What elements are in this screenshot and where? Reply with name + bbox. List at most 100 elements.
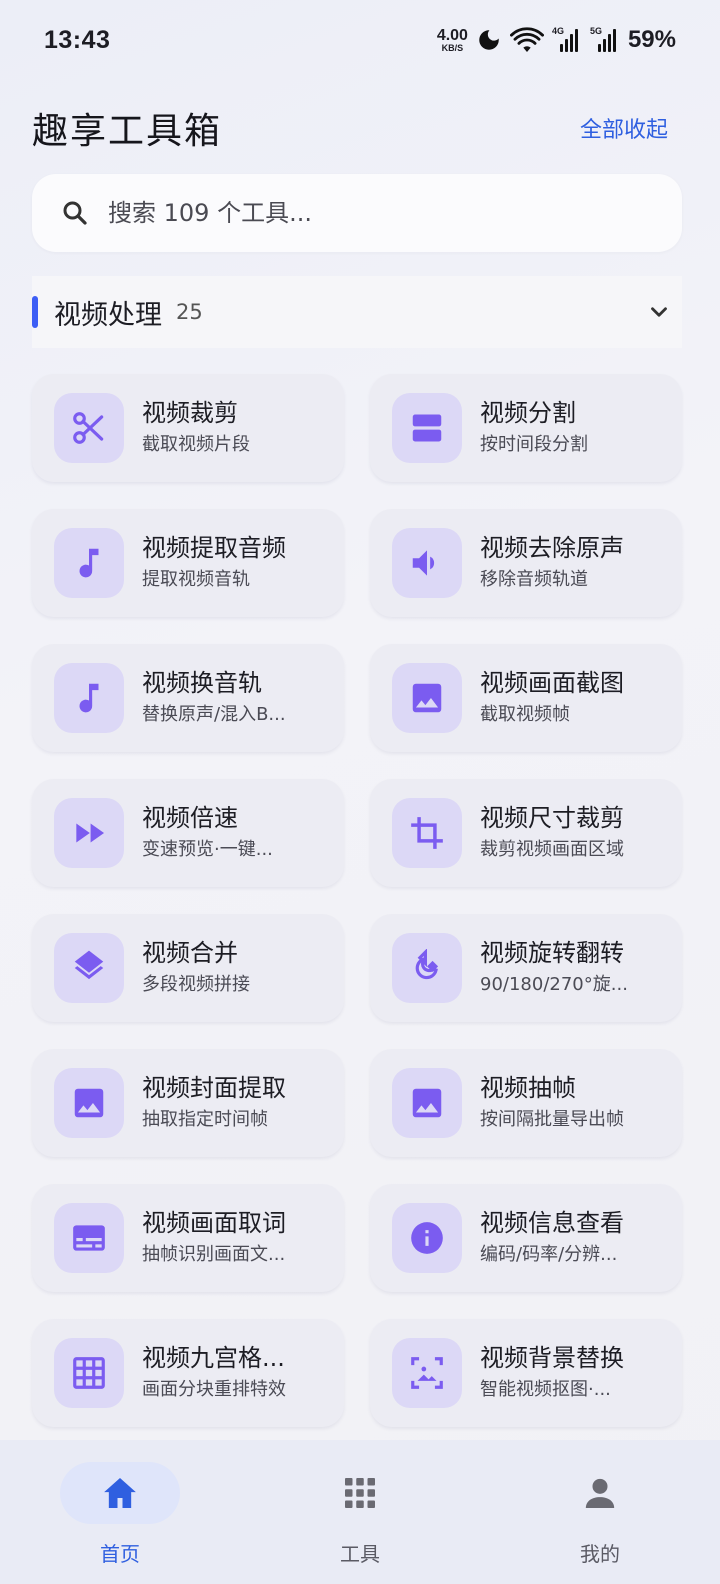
tool-card-icon-bg: [54, 393, 124, 463]
grid-icon: [73, 1357, 105, 1389]
network-speed-unit: KB/S: [441, 42, 464, 53]
tool-card-subtitle: 抽帧识别画面文...: [142, 1244, 286, 1265]
tool-card-text: 视频尺寸裁剪裁剪视频画面区域: [480, 802, 680, 864]
tool-card[interactable]: 视频九宫格... 画面分块重排特效: [32, 1319, 344, 1427]
apps-grid-icon: [345, 1478, 375, 1508]
tool-card-text: 视频裁剪截取视频片段: [142, 397, 342, 459]
tool-card-icon-bg: [392, 1203, 462, 1273]
search-bar[interactable]: [32, 174, 682, 252]
layers-icon: [74, 950, 104, 980]
split-icon: [412, 414, 442, 442]
tool-card-subtitle: 截取视频帧: [480, 704, 570, 725]
tool-card-text: 视频提取音频提取视频音轨: [142, 532, 342, 594]
tool-card-subtitle: 90/180/270°旋...: [480, 974, 628, 995]
tool-card-title: 视频画面截图: [480, 669, 624, 697]
status-bar: 13:43 4.00 KB/S 4G 5G 59%: [0, 0, 720, 80]
image-icon: [74, 1088, 104, 1118]
tool-card[interactable]: 视频换音轨替换原声/混入B...: [32, 644, 344, 752]
nav-home-label: 首页: [100, 1542, 140, 1566]
scissors-icon: [73, 412, 104, 444]
tool-card[interactable]: 视频去除原声 移除音频轨道: [370, 509, 682, 617]
image-icon: [412, 683, 442, 713]
tool-card-subtitle: 智能视频抠图·...: [480, 1379, 611, 1400]
tool-card[interactable]: 视频分割 按时间段分割: [370, 374, 682, 482]
moon-icon: [479, 30, 499, 50]
tool-card-title: 视频尺寸裁剪: [480, 804, 624, 832]
tool-card-title: 视频提取音频: [142, 534, 286, 562]
tool-card-icon-bg: [54, 1068, 124, 1138]
app-title: 趣享工具箱: [32, 111, 223, 152]
nav-home-icon-wrap: [60, 1462, 180, 1524]
tool-card-icon-bg: [392, 528, 462, 598]
tool-card-icon-bg: [54, 1203, 124, 1273]
signal-1-type: 4G: [551, 26, 564, 36]
tool-card-subtitle: 截取视频片段: [142, 434, 250, 455]
collapse-all-button[interactable]: 全部收起: [580, 112, 668, 144]
info-icon: [411, 1222, 443, 1254]
tool-card-subtitle: 裁剪视频画面区域: [480, 839, 624, 860]
search-input[interactable]: [108, 199, 628, 227]
tool-card-title: 视频倍速: [142, 804, 238, 832]
tool-card-text: 视频画面截图截取视频帧: [480, 667, 680, 729]
image-icon: [412, 1088, 442, 1118]
tool-card-icon-bg: [392, 663, 462, 733]
tool-card-subtitle: 按间隔批量导出帧: [480, 1109, 624, 1130]
tool-card-text: 视频背景替换 智能视频抠图·...: [480, 1342, 680, 1404]
search-icon: [63, 201, 87, 225]
tool-card-text: 视频去除原声 移除音频轨道: [480, 532, 680, 594]
tool-card[interactable]: 视频提取音频提取视频音轨: [32, 509, 344, 617]
tool-card-title: 视频换音轨: [142, 669, 262, 697]
status-time: 13:43: [44, 25, 111, 54]
tool-card-icon-bg: [54, 1338, 124, 1408]
tool-card-text: 视频信息查看 编码/码率/分辨...: [480, 1207, 680, 1269]
tool-card-icon-bg: [392, 393, 462, 463]
tool-card-subtitle: 编码/码率/分辨...: [480, 1244, 618, 1265]
tool-card-text: 视频换音轨替换原声/混入B...: [142, 667, 342, 729]
background-replace-icon: [411, 1357, 443, 1389]
tool-card-subtitle: 变速预览·一键...: [142, 839, 273, 860]
tool-card[interactable]: 视频旋转翻转 90/180/270°旋...: [370, 914, 682, 1022]
fast-forward-icon: [76, 823, 105, 843]
wifi-icon: [509, 27, 544, 53]
person-icon: [585, 1478, 615, 1508]
tool-card[interactable]: 视频画面截图截取视频帧: [370, 644, 682, 752]
nav-home[interactable]: 首页: [0, 1440, 240, 1584]
section-header-video[interactable]: 视频处理 25: [32, 276, 682, 348]
nav-profile-icon-wrap: [540, 1462, 660, 1524]
tool-card[interactable]: 视频背景替换 智能视频抠图·...: [370, 1319, 682, 1427]
chevron-down-icon[interactable]: [646, 299, 672, 325]
section-count: 25: [176, 300, 203, 324]
bottom-navigation: 首页 工具 我的: [0, 1440, 720, 1584]
tool-card-text: 视频九宫格... 画面分块重排特效: [142, 1342, 342, 1404]
tool-card-title: 视频封面提取: [142, 1074, 286, 1102]
rotate-icon: [415, 949, 439, 980]
tool-card[interactable]: 视频合并多段视频拼接: [32, 914, 344, 1022]
tool-card-subtitle: 替换原声/混入B...: [142, 704, 286, 725]
tool-card-title: 视频抽帧: [480, 1074, 576, 1102]
nav-tools-icon-wrap: [300, 1462, 420, 1524]
tool-card[interactable]: 视频画面取词 抽帧识别画面文...: [32, 1184, 344, 1292]
tool-card-text: 视频合并多段视频拼接: [142, 937, 342, 999]
status-icons: 4.00 KB/S 4G 5G 59%: [437, 26, 676, 54]
tool-card-icon-bg: [392, 1338, 462, 1408]
tool-card[interactable]: 视频裁剪截取视频片段: [32, 374, 344, 482]
tool-card-title: 视频合并: [142, 939, 238, 967]
tool-card[interactable]: 视频抽帧按间隔批量导出帧: [370, 1049, 682, 1157]
nav-tools[interactable]: 工具: [240, 1440, 480, 1584]
tool-card[interactable]: 视频尺寸裁剪裁剪视频画面区域: [370, 779, 682, 887]
subtitles-icon: [73, 1225, 105, 1251]
tool-card-subtitle: 提取视频音轨: [142, 569, 250, 590]
nav-profile[interactable]: 我的: [480, 1440, 720, 1584]
network-speed-value: 4.00: [436, 26, 468, 44]
tool-card[interactable]: 视频倍速变速预览·一键...: [32, 779, 344, 887]
tool-card-icon-bg: [392, 1068, 462, 1138]
tool-card-icon-bg: [54, 798, 124, 868]
tool-card-title: 视频去除原声: [480, 534, 624, 562]
tool-card[interactable]: 视频信息查看 编码/码率/分辨...: [370, 1184, 682, 1292]
tool-card-text: 视频倍速变速预览·一键...: [142, 802, 342, 864]
tool-card[interactable]: 视频封面提取 抽取指定时间帧: [32, 1049, 344, 1157]
tool-card-subtitle: 多段视频拼接: [142, 974, 250, 995]
tool-card-title: 视频裁剪: [142, 399, 238, 427]
tool-card-title: 视频九宫格...: [142, 1344, 285, 1372]
tool-card-icon-bg: [54, 933, 124, 1003]
